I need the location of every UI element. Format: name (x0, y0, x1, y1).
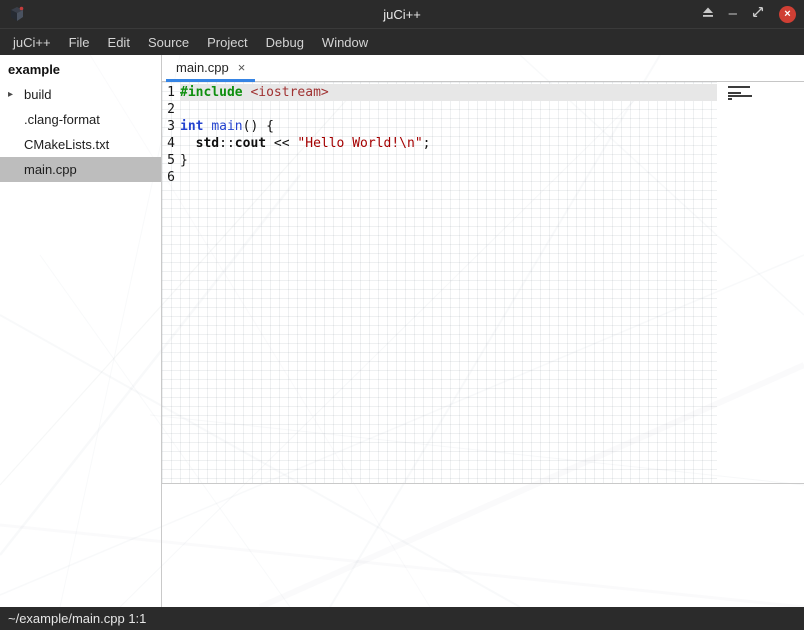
tree-item-build[interactable]: ▸ build (0, 82, 161, 107)
minimize-icon: – (729, 9, 737, 19)
code-line-4[interactable]: 4 std::cout << "Hello World!\n"; (162, 135, 717, 152)
code-line-2[interactable]: 2 (162, 101, 717, 118)
minimap-line-mark (728, 86, 750, 88)
file-tree: example ▸ build .clang-format CMakeLists.tx… (0, 55, 162, 607)
status-text: ~/example/main.cpp 1:1 (8, 611, 146, 626)
output-pane[interactable] (162, 484, 804, 607)
code-line-6[interactable]: 6 (162, 169, 717, 186)
line-number: 3 (165, 118, 175, 135)
code-text: } (180, 152, 717, 169)
menu-item-edit[interactable]: Edit (99, 29, 139, 55)
app-window: juCi++ – × (0, 0, 804, 630)
tree-item-label: CMakeLists.txt (24, 137, 109, 152)
window-controls: – × (702, 0, 796, 28)
tree-item-label: .clang-format (24, 112, 100, 127)
tab-close-icon[interactable]: × (238, 61, 246, 74)
editor-column: main.cpp × 1 #include <iostream> 23 int mai… (162, 55, 804, 607)
tree-item-cmakelists-txt[interactable]: CMakeLists.txt (0, 132, 161, 157)
minimap-line-mark (728, 98, 732, 100)
tree-item-clang-format[interactable]: .clang-format (0, 107, 161, 132)
eject-button[interactable] (702, 5, 714, 23)
menu-item-window[interactable]: Window (313, 29, 377, 55)
tab-bar: main.cpp × (162, 55, 804, 82)
minimap (728, 86, 752, 104)
tree-item-main-cpp[interactable]: main.cpp (0, 157, 161, 182)
window-title: juCi++ (0, 7, 804, 22)
menu-item-source[interactable]: Source (139, 29, 198, 55)
restore-button[interactable] (752, 5, 764, 23)
menu-item-juci[interactable]: juCi++ (4, 29, 60, 55)
code-editor[interactable]: 1#include <iostream>23int main() {4 std:… (162, 82, 804, 483)
menubar: juCi++FileEditSourceProjectDebugWindow (0, 28, 804, 55)
restore-icon (752, 5, 764, 23)
code-line-5[interactable]: 5} (162, 152, 717, 169)
line-number: 6 (165, 169, 175, 186)
tab-label: main.cpp (176, 60, 229, 75)
code-text: #include <iostream> (180, 84, 717, 101)
line-number: 2 (165, 101, 175, 118)
close-button[interactable]: × (779, 6, 796, 23)
line-number: 1 (165, 84, 175, 101)
eject-icon (702, 5, 714, 23)
expander-triangle-icon[interactable]: ▸ (8, 89, 13, 100)
minimap-line-mark (728, 92, 741, 94)
code-lines: 1#include <iostream>23int main() {4 std:… (162, 82, 717, 186)
tree-item-label: build (24, 87, 51, 102)
content-area: example ▸ build .clang-format CMakeLists.tx… (0, 55, 804, 607)
code-text (180, 101, 717, 118)
menu-item-file[interactable]: File (60, 29, 99, 55)
tree-items: ▸ build .clang-format CMakeLists.txt main.cp… (0, 82, 161, 182)
code-line-3[interactable]: 3 int main() { (162, 118, 717, 135)
menu-item-debug[interactable]: Debug (257, 29, 313, 55)
code-text (180, 169, 717, 186)
tree-item-label: main.cpp (24, 162, 77, 177)
status-bar: ~/example/main.cpp 1:1 (0, 607, 804, 630)
app-icon (8, 5, 26, 23)
line-number: 4 (165, 135, 175, 152)
titlebar: juCi++ – × (0, 0, 804, 28)
code-text: int main() { (180, 118, 717, 135)
code-line-1[interactable]: 1 #include <iostream> (162, 84, 717, 101)
code-text: std::cout << "Hello World!\n"; (180, 135, 717, 152)
line-number: 5 (165, 152, 175, 169)
tab-main-cpp[interactable]: main.cpp × (166, 55, 255, 82)
menu-item-project[interactable]: Project (198, 29, 256, 55)
tree-root-folder[interactable]: example (0, 55, 161, 82)
minimap-line-mark (728, 95, 752, 97)
minimize-button[interactable]: – (729, 9, 737, 19)
